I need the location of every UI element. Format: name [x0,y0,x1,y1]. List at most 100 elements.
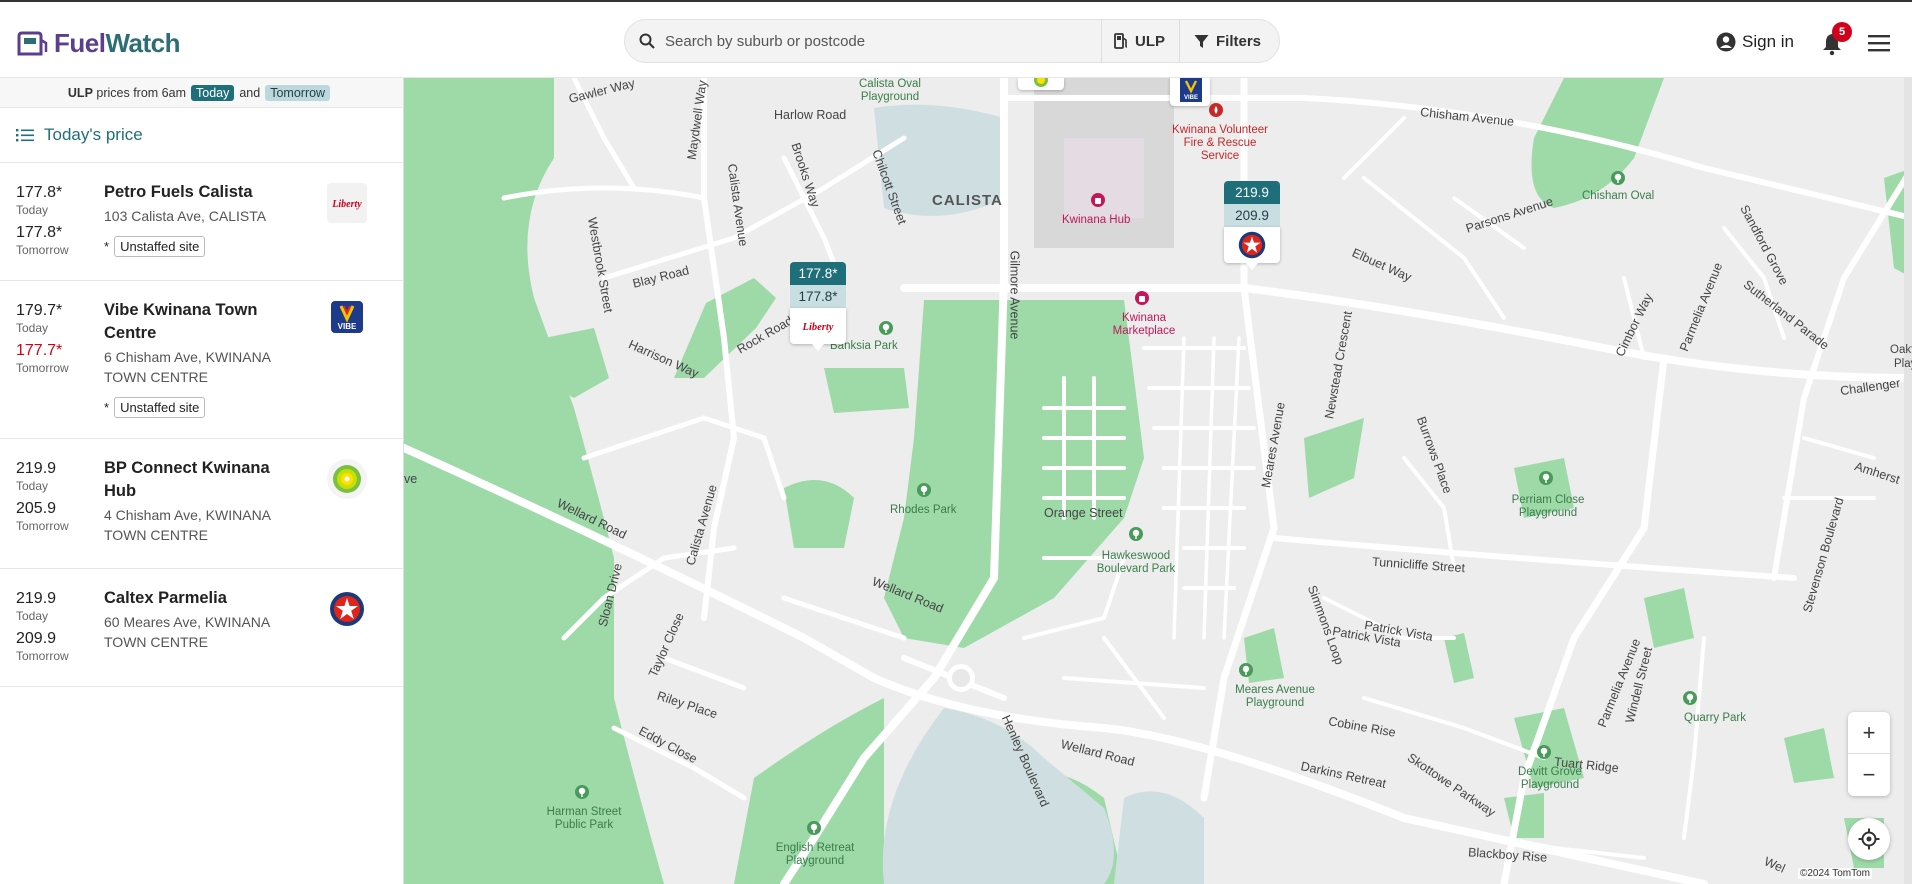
marker-price-today: 219.9 [1224,181,1280,204]
price-today: 177.8* [16,184,63,201]
notification-badge: 5 [1832,22,1852,42]
fuelwatch-logo-icon [17,31,48,55]
price-today: 219.9 [16,590,57,607]
edge-label: Oakfiel [1890,344,1912,356]
liberty-logo-text: Liberty [331,199,362,210]
bp-logo-icon [327,459,367,499]
park-label: Hawkeswood Boulevard Park [1096,550,1176,575]
station-prices: 219.9 Today 205.9 Tomorrow [16,459,96,539]
vibe-logo-text: VIBE [338,322,357,331]
station-card-petro-fuels-calista[interactable]: 177.8* Today 177.8* Tomorrow Petro Fuels… [0,163,403,281]
tomorrow-label: Tomorrow [16,243,69,257]
marker-price-tomorrow: 209.9 [1224,204,1280,227]
vibe-logo-icon: VIBE [1180,78,1202,102]
liberty-logo-icon: Liberty [327,183,367,223]
park-label: Rhodes Park [890,504,957,516]
caltex-logo-icon [1224,227,1280,263]
filters-button[interactable]: Filters [1178,19,1279,63]
station-card-bp-connect[interactable]: 219.9 Today 205.9 Tomorrow BP Connect Kw… [0,439,403,569]
street-label: ve [404,472,418,486]
liberty-logo-icon: Liberty [790,308,846,344]
logo-text-fuel: Fuel [54,28,106,58]
street-label: Harlow Road [774,108,847,122]
search-input[interactable] [665,21,1101,61]
park-icon [1239,663,1253,677]
price-marker-liberty[interactable]: 177.8* 177.8* Liberty [790,262,846,351]
unstaffed-tag: * Unstaffed site [104,236,304,257]
filter-icon [1194,34,1209,48]
vibe-logo-icon: VIBE [331,301,363,333]
park-icon [1611,171,1625,185]
station-name: BP Connect Kwinana Hub [104,459,270,500]
caltex-logo-icon [327,589,367,629]
today-label: Today [16,479,49,493]
vibe-marker-partial[interactable]: VIBE [1170,78,1210,106]
park-icon [879,321,893,335]
crosshair-icon [1858,828,1880,850]
station-prices: 177.8* Today 177.8* Tomorrow [16,183,96,263]
fire-station-icon [1209,103,1223,117]
price-tomorrow: 177.8* [16,224,63,241]
map-base-layer [404,78,1912,884]
top-header: FuelWatch ULP Filters [0,0,1912,78]
station-card-caltex-parmelia[interactable]: 219.9 Today 209.9 Tomorrow Caltex Parmel… [0,569,403,687]
locate-me-button[interactable] [1848,818,1890,860]
fuelwatch-logo[interactable]: FuelWatch [16,28,180,59]
station-address: 6 Chisham Ave, KWINANA TOWN CENTRE [104,349,271,385]
sort-label: Today's price [44,125,143,144]
park-label: Meares Avenue Playground [1235,684,1315,709]
park-icon [917,483,931,497]
price-info-banner: ULP prices from 6am Today and Tomorrow [0,78,403,108]
bp-logo-icon [1034,78,1048,87]
logo-text-watch: Watch [105,28,180,58]
zoom-out-button[interactable]: − [1848,754,1890,796]
park-label: Quarry Park [1684,712,1746,724]
search-bar: ULP Filters [624,19,1280,63]
shopping-icon [1135,291,1149,305]
user-icon [1716,32,1736,52]
today-label: Today [16,321,49,335]
street-label: Orange Street [1044,506,1123,520]
park-label: Devitt Grove Playground [1518,766,1582,791]
zoom-control: + − [1848,712,1890,796]
today-chip: Today [191,84,235,101]
fuel-type-label: ULP [1134,32,1165,50]
park-label: Perriam Close Playground [1511,494,1585,519]
station-list-panel: ULP prices from 6am Today and Tomorrow T… [0,78,404,884]
price-today: 219.9 [16,460,57,477]
station-name: Petro Fuels Calista [104,183,253,201]
menu-icon[interactable] [1868,34,1890,52]
price-tomorrow: 177.7* [16,342,63,359]
station-address: 103 Calista Ave, CALISTA [104,208,267,224]
park-label: English Retreat Playground [775,842,855,867]
price-tomorrow: 209.9 [16,630,57,647]
zoom-in-button[interactable]: + [1848,712,1890,754]
street-label: Gilmore Avenue [1007,250,1022,340]
banner-text: prices from 6am [96,85,186,100]
unstaffed-tag: * Unstaffed site [104,397,304,418]
sort-list-icon [16,129,34,142]
park-label: Chisham Oval [1582,190,1655,202]
marker-tail [812,344,824,351]
edge-label: Play [1894,358,1912,370]
park-icon [807,821,821,835]
price-marker-caltex[interactable]: 219.9 209.9 [1224,181,1280,270]
suburb-label: CALISTA [932,192,1003,209]
map-view[interactable]: CALISTA Gawler Way Harlow Road Maydwell … [404,78,1912,884]
park-icon [1683,691,1697,705]
sign-in-button[interactable]: Sign in [1716,32,1794,52]
sort-button[interactable]: Today's price [0,108,403,163]
price-tomorrow: 205.9 [16,500,57,517]
station-card-vibe-kwinana[interactable]: 179.7* Today 177.7* Tomorrow Vibe Kwinan… [0,281,403,439]
station-name: Vibe Kwinana Town Centre [104,301,258,342]
unstaffed-tag-mark: * [104,400,110,415]
map-attribution: ©2024 TomTom [1798,868,1872,879]
bp-marker-partial[interactable] [1018,78,1064,90]
poi-label-kwinana-marketplace: Kwinana Marketplace [1112,312,1176,337]
shopping-icon [1091,193,1105,207]
fuel-type-select[interactable]: ULP [1100,19,1179,63]
tomorrow-label: Tomorrow [16,649,69,663]
liberty-marker-text: Liberty [802,322,834,333]
marker-price-tomorrow: 177.8* [790,285,846,308]
station-prices: 219.9 Today 209.9 Tomorrow [16,589,96,669]
